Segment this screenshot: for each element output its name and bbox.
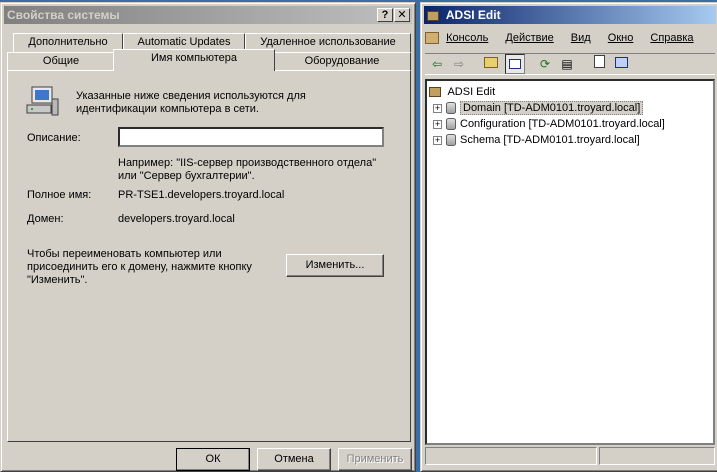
refresh-icon[interactable]: ⟳ [535, 54, 555, 74]
menu-view[interactable]: Вид [571, 32, 591, 44]
window-title: Свойства системы [7, 8, 120, 22]
full-name-value: PR-TSE1.developers.troyard.local [118, 189, 285, 201]
adsi-root-icon [429, 87, 441, 98]
tree-view[interactable]: ADSI Edit + Domain [TD-ADM0101.troyard.lo… [425, 79, 715, 445]
database-icon [446, 102, 456, 115]
close-button[interactable]: ✕ [394, 8, 410, 22]
tab-hardware[interactable]: Оборудование [273, 52, 411, 71]
tab-panel: Указанные ниже сведения используются для… [7, 70, 411, 442]
tab-computer-name[interactable]: Имя компьютера [113, 49, 275, 71]
menu-action[interactable]: Действие [505, 32, 553, 44]
rename-text-line-1: Чтобы переименовать компьютер или [27, 248, 222, 260]
menu-bar: Консоль Действие Вид Окно Справка [425, 29, 708, 47]
info-text-line-1: Указанные ниже сведения используются для [76, 90, 306, 102]
expand-plus-icon[interactable]: + [433, 119, 442, 129]
tree-node-label: Configuration [TD-ADM0101.troyard.local] [460, 118, 665, 130]
database-icon [446, 118, 456, 131]
menu-window[interactable]: Окно [608, 32, 634, 44]
tree-node-schema[interactable]: + Schema [TD-ADM0101.troyard.local] [433, 132, 640, 148]
properties-icon[interactable] [589, 54, 609, 74]
tab-advanced[interactable]: Дополнительно [13, 33, 123, 52]
console-menu-icon [425, 32, 439, 45]
expand-plus-icon[interactable]: + [433, 103, 442, 113]
help-button[interactable]: ? [377, 8, 393, 22]
rename-text-line-2: присоединить его к домену, нажмите кнопк… [27, 261, 252, 273]
tree-node-configuration[interactable]: + Configuration [TD-ADM0101.troyard.local… [433, 116, 665, 132]
forward-arrow-icon[interactable]: ⇨ [449, 54, 469, 74]
domain-label: Домен: [27, 213, 64, 225]
rename-text-line-3: "Изменить". [27, 274, 88, 286]
tree-root-label: ADSI Edit [447, 86, 496, 98]
up-folder-icon[interactable] [481, 54, 501, 74]
menu-help[interactable]: Справка [650, 32, 693, 44]
new-window-icon[interactable] [611, 54, 631, 74]
full-name-label: Полное имя: [27, 189, 92, 201]
example-text-line-2: или "Сервер бухгалтерии". [118, 170, 255, 182]
tree-node-label: Domain [TD-ADM0101.troyard.local] [460, 101, 644, 115]
toolbar: ⇦ ⇨ ⟳ ▤ [425, 53, 715, 75]
export-list-icon[interactable]: ▤ [557, 54, 577, 74]
adsi-window-title: ADSI Edit [445, 8, 501, 22]
status-bar-pane-2 [599, 447, 715, 465]
tab-general[interactable]: Общие [7, 52, 115, 71]
change-button[interactable]: Изменить... [286, 254, 384, 277]
description-input[interactable] [118, 127, 384, 147]
adsi-edit-window: ADSI Edit Консоль Действие Вид Окно Спра… [420, 2, 717, 472]
adsi-titlebar[interactable]: ADSI Edit [424, 6, 716, 24]
computer-icon [24, 85, 60, 119]
database-icon [446, 134, 456, 147]
system-properties-titlebar[interactable]: Свойства системы ? ✕ [4, 6, 412, 24]
info-text-line-2: идентификации компьютера в сети. [76, 103, 259, 115]
tree-root[interactable]: ADSI Edit [429, 84, 495, 100]
adsi-app-icon [427, 10, 439, 21]
domain-value: developers.troyard.local [118, 213, 235, 225]
example-text-line-1: Например: "IIS-сервер производственного … [118, 157, 377, 169]
menu-console[interactable]: Консоль [446, 32, 488, 44]
system-properties-window: Свойства системы ? ✕ Дополнительно Autom… [0, 2, 416, 472]
expand-plus-icon[interactable]: + [433, 135, 442, 145]
show-tree-icon[interactable] [505, 54, 525, 74]
tree-node-label: Schema [TD-ADM0101.troyard.local] [460, 134, 640, 146]
tree-node-domain[interactable]: + Domain [TD-ADM0101.troyard.local] [433, 100, 644, 116]
status-bar-pane-1 [425, 447, 597, 465]
back-arrow-icon[interactable]: ⇦ [427, 54, 447, 74]
description-label: Описание: [27, 132, 81, 144]
